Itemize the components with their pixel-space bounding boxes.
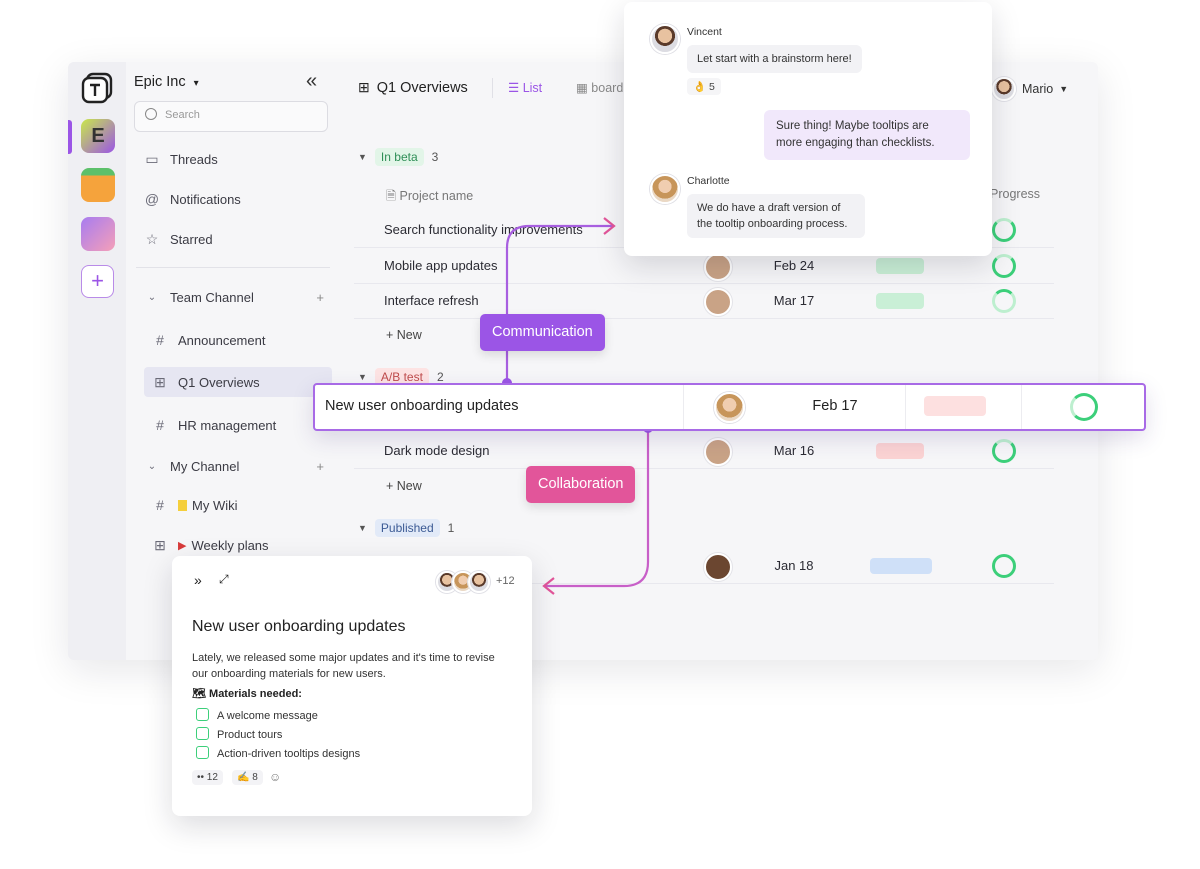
message-bubble: We do have a draft version of the toolti… — [687, 194, 865, 238]
message-bubble: Let start with a brainstorm here! — [687, 45, 862, 73]
collaboration-label: Collaboration — [526, 466, 636, 503]
document-body: Lately, we released some major updates a… — [192, 652, 495, 680]
communication-label: Communication — [480, 314, 605, 351]
checklist-item[interactable]: A welcome message — [196, 706, 318, 722]
highlighted-row[interactable]: New user onboarding updates Feb 17 — [313, 383, 1146, 431]
checkbox-icon[interactable] — [196, 727, 209, 740]
message-bubble-outgoing: Sure thing! Maybe tooltips are more enga… — [764, 110, 970, 160]
reaction-badge[interactable]: ✍ 8 — [232, 770, 263, 785]
status-bar — [924, 396, 986, 416]
more-members-count[interactable]: +12 — [496, 575, 515, 587]
avatar-charlotte — [650, 174, 680, 204]
checkbox-icon[interactable] — [196, 746, 209, 759]
avatar — [714, 392, 745, 423]
expand-icon[interactable]: » — [194, 572, 202, 588]
divider — [1021, 385, 1022, 429]
heading-text: Materials needed: — [209, 688, 302, 700]
checklist-text: Product tours — [217, 729, 283, 741]
resize-icon[interactable]: ⤢ — [219, 572, 229, 587]
checklist-item[interactable]: Product tours — [196, 725, 282, 741]
progress-ring — [1070, 393, 1098, 421]
author-name: Vincent — [687, 26, 722, 38]
reaction-badge[interactable]: •• 12 — [192, 770, 223, 785]
row-name: New user onboarding updates — [325, 398, 519, 414]
checklist-text: Action-driven tooltips designs — [217, 748, 361, 760]
reaction-badge[interactable]: 👌 5 — [687, 78, 721, 95]
checklist-item[interactable]: Action-driven tooltips designs — [196, 744, 360, 760]
document-popup: » ⤢ +12 New user onboarding updates Late… — [172, 556, 532, 816]
divider — [683, 385, 684, 429]
materials-heading: 🗺 Materials needed: — [192, 687, 302, 700]
add-reaction-icon[interactable]: ☺ — [269, 770, 281, 784]
avatar-vincent — [650, 24, 680, 54]
divider — [905, 385, 906, 429]
avatar — [468, 571, 490, 593]
document-title: New user onboarding updates — [192, 618, 406, 635]
checklist-text: A welcome message — [217, 710, 318, 722]
chat-popup: Vincent Let start with a brainstorm here… — [624, 2, 992, 256]
checkbox-icon[interactable] — [196, 708, 209, 721]
author-name: Charlotte — [687, 175, 730, 187]
row-date: Feb 17 — [812, 398, 858, 414]
map-icon: 🗺 — [192, 688, 206, 700]
